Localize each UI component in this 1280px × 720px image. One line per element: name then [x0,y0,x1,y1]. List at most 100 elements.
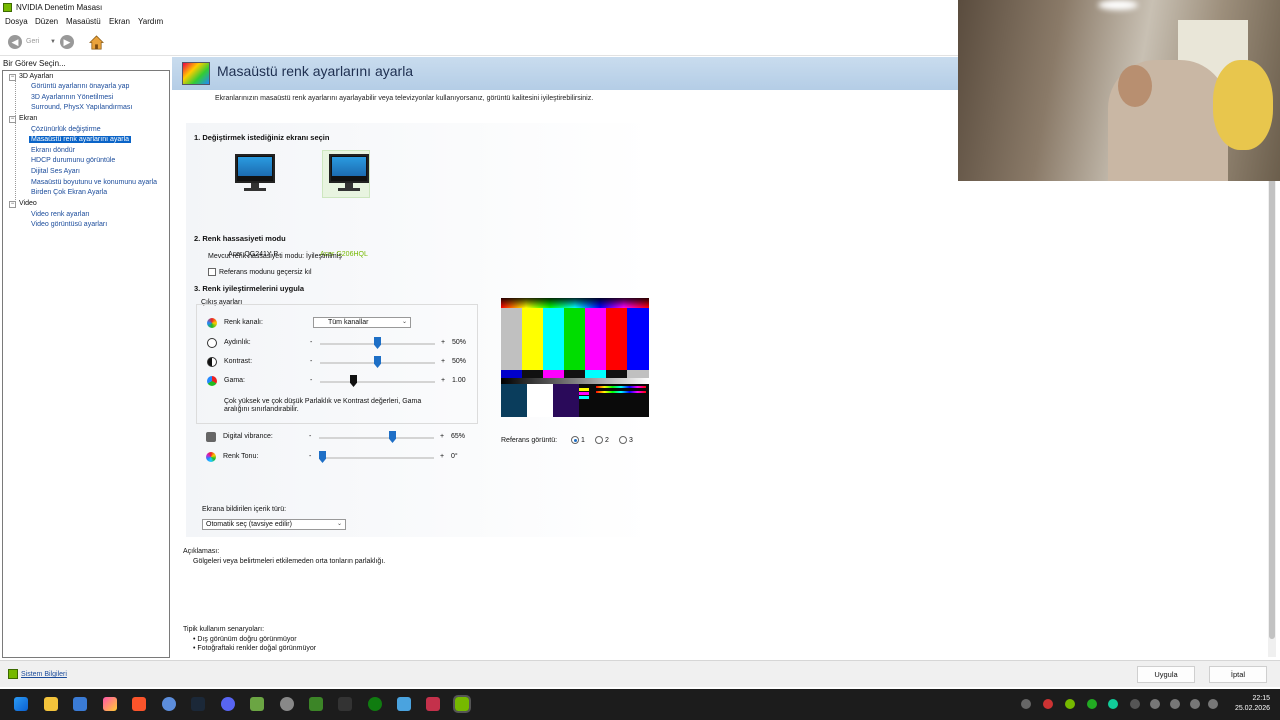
contrast-thumb[interactable] [374,356,381,368]
tree-category-display[interactable]: Ekran [19,115,37,122]
menu-desktop[interactable]: Masaüstü [66,17,101,26]
tree-item-video-color[interactable]: Video renk ayarları [31,211,90,218]
menu-file[interactable]: Dosya [5,17,28,26]
app-icon[interactable] [397,697,411,711]
epic-games-icon[interactable] [338,697,352,711]
hue-thumb[interactable] [319,451,326,463]
minecraft-icon[interactable] [309,697,323,711]
reference-radio-1-label[interactable]: 1 [581,437,585,444]
app-icon[interactable] [280,697,294,711]
brightness-plus[interactable]: + [441,339,445,346]
tray-icon[interactable] [1087,699,1097,709]
reference-radio-3[interactable] [619,436,627,444]
contrast-plus[interactable]: + [441,358,445,365]
color-channel-label: Renk kanalı: [224,319,263,326]
contrast-icon [207,357,217,367]
contrast-minus[interactable]: - [310,358,312,365]
tree-item-resolution[interactable]: Çözünürlük değiştirme [31,126,101,133]
reference-radio-3-label[interactable]: 3 [629,437,633,444]
brightness-thumb[interactable] [374,337,381,349]
home-icon[interactable] [89,35,104,50]
gamma-minus[interactable]: - [310,377,312,384]
gamma-thumb[interactable] [350,375,357,387]
vibrance-plus[interactable]: + [440,433,444,440]
vibrance-slider[interactable] [319,437,434,439]
app-icon[interactable] [426,697,440,711]
gamma-slider[interactable] [320,381,435,383]
network-icon[interactable] [1190,699,1200,709]
reference-radio-2[interactable] [595,436,603,444]
color-channel-select[interactable]: Tüm kanallar ⌄ [313,317,411,328]
app-icon[interactable] [73,697,87,711]
hue-slider[interactable] [319,457,434,459]
tree-item-surround-physx[interactable]: Surround, PhysX Yapılandırması [31,104,132,111]
tray-icon[interactable] [1108,699,1118,709]
steam-icon[interactable] [191,697,205,711]
system-info-link[interactable]: Sistem Bilgileri [21,671,67,678]
tree-item-manage-3d[interactable]: 3D Ayarlarının Yönetilmesi [31,94,113,101]
system-info-icon[interactable] [8,669,18,679]
scenario-item: • Dış görünüm doğru görünmüyor [193,636,297,643]
tree-item-desktop-size[interactable]: Masaüstü boyutunu ve konumunu ayarla [31,179,157,186]
tree-item-rotate[interactable]: Ekranı döndür [31,147,75,154]
webcam-overlay [958,0,1280,181]
discord-icon[interactable] [221,697,235,711]
apply-button[interactable]: Uygula [1137,666,1195,683]
usb-icon[interactable] [1150,699,1160,709]
tray-icon[interactable] [1043,699,1053,709]
microphone-icon[interactable] [1170,699,1180,709]
menu-edit[interactable]: Düzen [35,17,58,26]
menu-display[interactable]: Ekran [109,17,130,26]
cancel-button[interactable]: İptal [1209,666,1267,683]
taskbar-clock[interactable]: 22:15 25.02.2026 [1230,694,1270,714]
xbox-icon[interactable] [368,697,382,711]
content-type-select[interactable]: Otomatik seç (tavsiye edilir) ⌄ [202,519,346,530]
app-icon[interactable] [250,697,264,711]
hue-value: 0° [451,453,458,460]
tree-category-video[interactable]: Video [19,200,37,207]
tree-item-image-presets[interactable]: Görüntü ayarlarını önayarla yap [31,83,129,90]
tray-icon[interactable] [1065,699,1075,709]
back-icon[interactable]: ◀ [8,35,22,49]
brightness-icon [207,338,217,348]
chevron-down-icon: ⌄ [336,521,342,527]
override-label[interactable]: Referans modunu geçersiz kıl [219,269,312,276]
tree-item-digital-audio[interactable]: Dijital Ses Ayarı [31,168,80,175]
start-icon[interactable] [14,697,28,711]
file-explorer-icon[interactable] [44,697,58,711]
tray-icon[interactable] [1021,699,1031,709]
collapse-3d-icon[interactable]: − [9,74,16,81]
scenario-item: • Fotoğraftaki renkler doğal görünmüyor [193,645,317,652]
output-settings-group: Renk kanalı: Tüm kanallar ⌄ Aydınlık: - … [196,304,478,424]
monitor-1-icon[interactable] [229,151,277,199]
nvidia-taskbar-icon[interactable] [453,695,471,713]
collapse-video-icon[interactable]: − [9,201,16,208]
brave-icon[interactable] [132,697,146,711]
hue-plus[interactable]: + [440,453,444,460]
photos-icon[interactable] [103,697,117,711]
tree-item-multiple-displays[interactable]: Birden Çok Ekran Ayarla [31,189,107,196]
reference-image-label: Referans görüntü: [501,437,558,444]
tree-item-video-image[interactable]: Video görüntüsü ayarları [31,221,107,228]
reference-radio-2-label[interactable]: 2 [605,437,609,444]
override-checkbox[interactable] [208,268,216,276]
app-icon[interactable] [162,697,176,711]
steam-tray-icon[interactable] [1130,699,1140,709]
back-dropdown-icon[interactable]: ▼ [50,39,56,45]
monitor-2-icon[interactable] [322,150,370,198]
menu-help[interactable]: Yardım [138,17,163,26]
reference-radio-1[interactable] [571,436,579,444]
hue-minus[interactable]: - [309,453,311,460]
scenarios-label: Tipik kullanım senaryoları: [183,626,265,633]
vibrance-minus[interactable]: - [309,433,311,440]
volume-icon[interactable] [1208,699,1218,709]
tree-item-desktop-color[interactable]: Masaüstü renk ayarlarını ayarla [29,136,132,143]
tree-category-3d[interactable]: 3D Ayarları [19,73,54,80]
back-label[interactable]: Geri [26,38,39,45]
tree-item-hdcp[interactable]: HDCP durumunu görüntüle [31,157,115,164]
vibrance-thumb[interactable] [389,431,396,443]
forward-icon[interactable]: ▶ [60,35,74,49]
gamma-plus[interactable]: + [441,377,445,384]
brightness-minus[interactable]: - [310,339,312,346]
collapse-display-icon[interactable]: − [9,116,16,123]
